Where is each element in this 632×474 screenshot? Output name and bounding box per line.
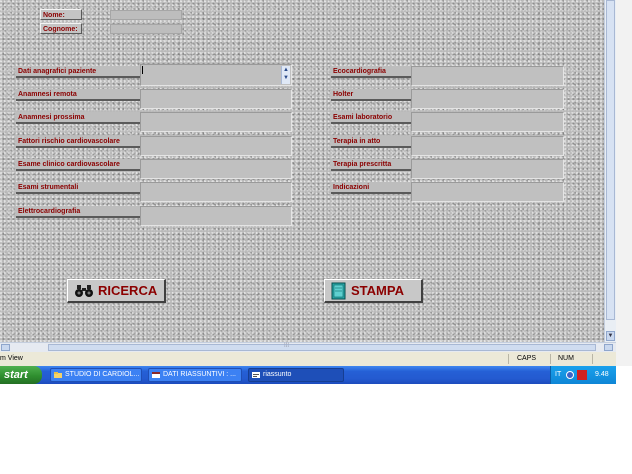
holter-label: Holter bbox=[331, 89, 411, 101]
status-view-text: m View bbox=[0, 355, 23, 362]
esami-laboratorio-label: Esami laboratorio bbox=[331, 112, 411, 124]
indicazioni-label: Indicazioni bbox=[331, 182, 411, 194]
elettrocardiografia-field[interactable] bbox=[140, 206, 292, 226]
fattori-rischio-label: Fattori rischio cardiovascolare bbox=[16, 136, 140, 148]
esami-laboratorio-field[interactable] bbox=[411, 112, 564, 132]
folder-icon bbox=[54, 372, 62, 378]
vertical-scrollbar[interactable]: ▼ bbox=[604, 0, 616, 342]
elettrocardiografia-label: Elettrocardiografia bbox=[16, 206, 140, 218]
status-divider bbox=[508, 354, 509, 364]
status-divider bbox=[550, 354, 551, 364]
task-dati-riassuntivi[interactable]: DATI RIASSUNTIVI : ... bbox=[148, 368, 242, 382]
window-edge bbox=[616, 0, 632, 366]
esami-strumentali-label: Esami strumentali bbox=[16, 182, 140, 194]
dati-anagrafici-field[interactable]: ▲ ▼ bbox=[140, 64, 292, 86]
terapia-in-atto-label: Terapia in atto bbox=[331, 136, 411, 148]
anamnesi-prossima-field[interactable] bbox=[140, 112, 292, 132]
anamnesi-remota-field[interactable] bbox=[140, 89, 292, 109]
task-label: STUDIO DI CARDIOL... bbox=[65, 371, 140, 378]
cognome-field[interactable] bbox=[110, 24, 182, 34]
book-icon bbox=[331, 282, 346, 299]
horizontal-scrollbar[interactable]: ⁞⁞⁞ bbox=[0, 342, 616, 352]
terapia-in-atto-field[interactable] bbox=[411, 136, 564, 156]
horizontal-scroll-thumb[interactable] bbox=[48, 344, 596, 351]
fattori-rischio-field[interactable] bbox=[140, 136, 292, 156]
terapia-prescritta-field[interactable] bbox=[411, 159, 564, 179]
arrow-up-icon[interactable]: ▲ bbox=[282, 66, 290, 74]
nome-label: Nome: bbox=[40, 9, 82, 20]
taskbar: start STUDIO DI CARDIOL... DATI RIASSUNT… bbox=[0, 366, 616, 384]
clock: 9.48 bbox=[595, 371, 609, 378]
language-indicator[interactable]: IT bbox=[555, 366, 561, 384]
task-label: riassunto bbox=[263, 371, 292, 378]
field-scrollbar[interactable]: ▲ ▼ bbox=[281, 66, 290, 84]
stampa-label: STAMPA bbox=[351, 283, 404, 298]
terapia-prescritta-label: Terapia prescritta bbox=[331, 159, 411, 171]
ecocardiografia-label: Ecocardiografia bbox=[331, 66, 411, 78]
task-riassunto[interactable]: riassunto bbox=[248, 368, 344, 382]
task-label: DATI RIASSUNTIVI : ... bbox=[163, 371, 236, 378]
cognome-label: Cognome: bbox=[40, 23, 82, 34]
system-tray: IT 9.48 bbox=[550, 366, 616, 384]
ricerca-button[interactable]: RICERCA bbox=[67, 279, 166, 303]
scroll-down-icon[interactable]: ▼ bbox=[606, 331, 615, 341]
acrobat-icon[interactable] bbox=[577, 370, 587, 380]
ecocardiografia-field[interactable] bbox=[411, 66, 564, 86]
esame-clinico-field[interactable] bbox=[140, 159, 292, 179]
scroll-grip-icon: ⁞⁞⁞ bbox=[284, 343, 290, 349]
binoculars-icon bbox=[75, 284, 93, 297]
anamnesi-remota-label: Anamnesi remota bbox=[16, 89, 140, 101]
status-divider bbox=[592, 354, 593, 364]
report-icon bbox=[252, 372, 260, 378]
esami-strumentali-field[interactable] bbox=[140, 182, 292, 202]
form-window-icon bbox=[152, 372, 160, 378]
form-area: Nome: Cognome: Dati anagrafici paziente … bbox=[0, 0, 604, 342]
dati-anagrafici-label: Dati anagrafici paziente bbox=[16, 66, 140, 78]
nome-field[interactable] bbox=[110, 10, 182, 20]
indicazioni-field[interactable] bbox=[411, 182, 564, 202]
holter-field[interactable] bbox=[411, 89, 564, 109]
esame-clinico-label: Esame clinico cardiovascolare bbox=[16, 159, 140, 171]
ricerca-label: RICERCA bbox=[98, 283, 158, 298]
stampa-button[interactable]: STAMPA bbox=[324, 279, 423, 303]
num-indicator: NUM bbox=[558, 355, 574, 362]
caps-indicator: CAPS bbox=[517, 355, 537, 362]
arrow-down-icon[interactable]: ▼ bbox=[282, 74, 290, 82]
text-cursor bbox=[142, 66, 143, 74]
scroll-right-icon[interactable] bbox=[604, 344, 613, 351]
network-icon[interactable] bbox=[566, 371, 574, 379]
start-label: start bbox=[4, 369, 28, 381]
start-button[interactable]: start bbox=[0, 366, 42, 384]
task-studio-cardiologia[interactable]: STUDIO DI CARDIOL... bbox=[50, 368, 142, 382]
scroll-left-icon[interactable] bbox=[1, 344, 10, 351]
status-bar: m View CAPS NUM bbox=[0, 352, 616, 366]
vertical-scroll-thumb[interactable] bbox=[606, 0, 615, 320]
anamnesi-prossima-label: Anamnesi prossima bbox=[16, 112, 140, 124]
